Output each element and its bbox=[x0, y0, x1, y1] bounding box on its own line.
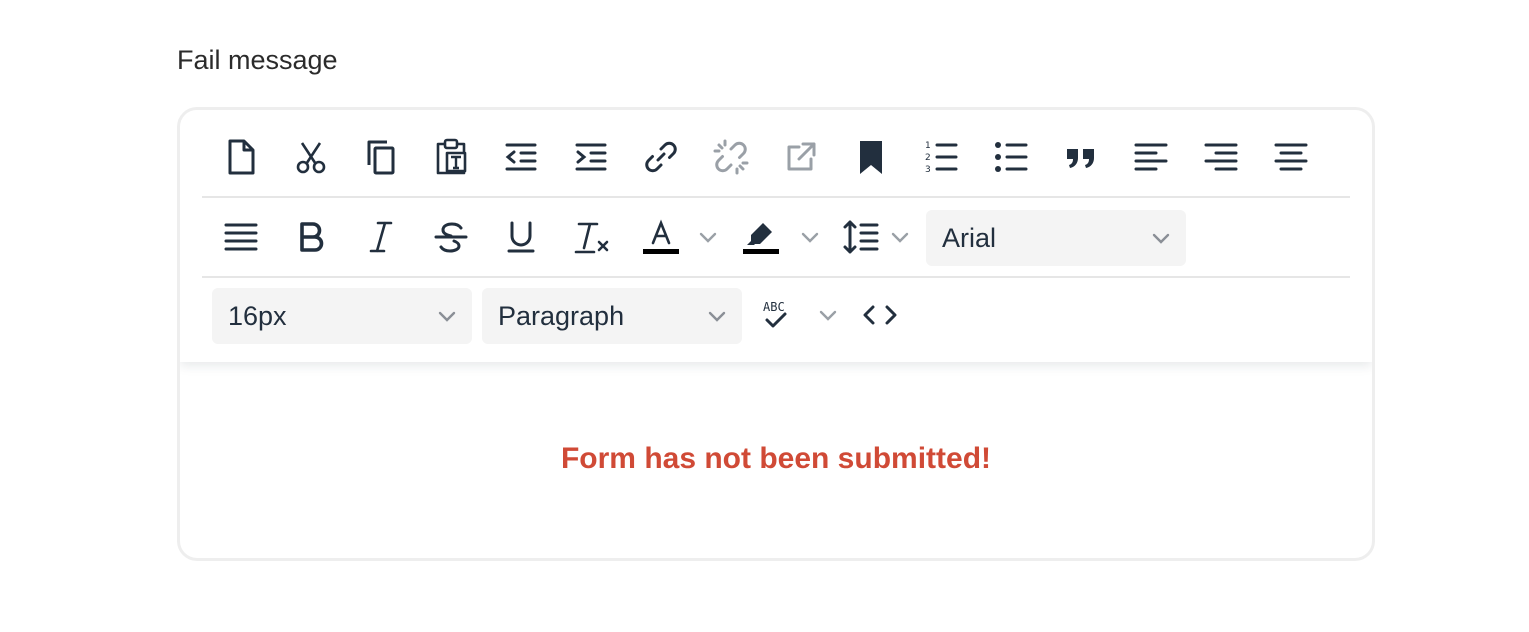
unlink-icon bbox=[713, 139, 749, 175]
align-left-button[interactable] bbox=[1123, 129, 1179, 185]
link-button[interactable] bbox=[633, 129, 689, 185]
paste-as-text-icon bbox=[436, 138, 467, 175]
svg-text:3: 3 bbox=[925, 165, 931, 175]
cut-icon bbox=[296, 142, 326, 174]
chevron-down-icon bbox=[438, 311, 456, 322]
bold-button[interactable] bbox=[283, 209, 339, 265]
new-document-button[interactable] bbox=[213, 129, 269, 185]
editor-toolbar: 1 2 3 Arial 16px Paragraph ABC bbox=[180, 110, 1372, 362]
block-format-value: Paragraph bbox=[498, 300, 625, 331]
bullet-list-icon bbox=[995, 142, 1028, 172]
text-color-dropdown[interactable] bbox=[694, 209, 722, 265]
link-icon bbox=[645, 141, 677, 173]
open-link-icon bbox=[787, 142, 816, 171]
new-document-icon bbox=[228, 139, 255, 175]
copy-button[interactable] bbox=[353, 129, 409, 185]
outdent-icon bbox=[505, 143, 537, 171]
chevron-down-icon bbox=[708, 311, 726, 322]
bookmark-button[interactable] bbox=[843, 129, 899, 185]
copy-icon bbox=[367, 140, 395, 175]
indent-button[interactable] bbox=[563, 129, 619, 185]
highlight-color-button[interactable] bbox=[733, 209, 789, 265]
block-format-select[interactable]: Paragraph bbox=[482, 288, 742, 344]
rich-text-editor: 1 2 3 Arial 16px Paragraph ABC Form has no… bbox=[177, 107, 1375, 561]
strikethrough-icon bbox=[434, 222, 468, 253]
align-justify-icon bbox=[224, 223, 258, 251]
spellcheck-dropdown[interactable] bbox=[814, 287, 842, 343]
text-color-button[interactable] bbox=[633, 209, 689, 265]
editor-content-area[interactable]: Form has not been submitted! bbox=[180, 362, 1372, 558]
toolbar-row-1: 1 2 3 bbox=[202, 120, 1350, 198]
highlight-color-dropdown[interactable] bbox=[796, 209, 824, 265]
line-height-icon bbox=[843, 220, 879, 254]
highlight-color-icon bbox=[743, 223, 779, 254]
spellcheck-icon: ABC bbox=[763, 300, 787, 328]
highlight-color-swatch bbox=[743, 249, 779, 254]
italic-button[interactable] bbox=[353, 209, 409, 265]
text-color-swatch bbox=[643, 249, 679, 254]
font-size-select[interactable]: 16px bbox=[212, 288, 472, 344]
svg-text:ABC: ABC bbox=[763, 300, 785, 314]
source-code-button[interactable] bbox=[852, 287, 908, 343]
indent-icon bbox=[575, 143, 607, 171]
numbered-list-button[interactable]: 1 2 3 bbox=[913, 129, 969, 185]
numbered-list-icon: 1 2 3 bbox=[925, 141, 958, 175]
paste-as-text-button[interactable] bbox=[423, 129, 479, 185]
align-justify-button[interactable] bbox=[213, 209, 269, 265]
outdent-button[interactable] bbox=[493, 129, 549, 185]
spellcheck-button[interactable]: ABC bbox=[750, 287, 806, 343]
toolbar-row-2: Arial bbox=[202, 200, 1350, 278]
unlink-button[interactable] bbox=[703, 129, 759, 185]
align-right-icon bbox=[1204, 143, 1238, 171]
fail-message-text: Form has not been submitted! bbox=[560, 441, 992, 475]
cut-button[interactable] bbox=[283, 129, 339, 185]
field-label: Fail message bbox=[177, 45, 338, 75]
blockquote-icon bbox=[1067, 149, 1094, 168]
chevron-down-icon bbox=[891, 232, 909, 243]
chevron-down-icon bbox=[699, 232, 717, 243]
align-center-icon bbox=[1274, 143, 1308, 171]
strikethrough-button[interactable] bbox=[423, 209, 479, 265]
font-size-value: 16px bbox=[228, 300, 287, 331]
bold-icon bbox=[300, 222, 324, 252]
line-height-button[interactable] bbox=[833, 209, 889, 265]
chevron-down-icon bbox=[819, 310, 837, 321]
blockquote-button[interactable] bbox=[1053, 129, 1109, 185]
align-center-button[interactable] bbox=[1263, 129, 1319, 185]
text-color-icon bbox=[643, 219, 679, 254]
clear-formatting-button[interactable] bbox=[563, 209, 619, 265]
source-code-icon bbox=[863, 305, 897, 325]
underline-icon bbox=[507, 221, 535, 253]
bookmark-icon bbox=[860, 141, 882, 174]
svg-text:2: 2 bbox=[925, 153, 931, 163]
toolbar-row-3: 16px Paragraph ABC bbox=[202, 278, 1350, 356]
open-link-button[interactable] bbox=[773, 129, 829, 185]
italic-icon bbox=[369, 221, 393, 253]
align-left-icon bbox=[1134, 143, 1168, 171]
font-family-value: Arial bbox=[942, 222, 997, 253]
svg-text:1: 1 bbox=[925, 141, 931, 151]
bullet-list-button[interactable] bbox=[983, 129, 1039, 185]
align-right-button[interactable] bbox=[1193, 129, 1249, 185]
chevron-down-icon bbox=[801, 232, 819, 243]
line-height-dropdown[interactable] bbox=[886, 209, 914, 265]
underline-button[interactable] bbox=[493, 209, 549, 265]
chevron-down-icon bbox=[1152, 233, 1170, 244]
font-family-select[interactable]: Arial bbox=[926, 210, 1186, 266]
clear-formatting-icon bbox=[574, 222, 609, 254]
